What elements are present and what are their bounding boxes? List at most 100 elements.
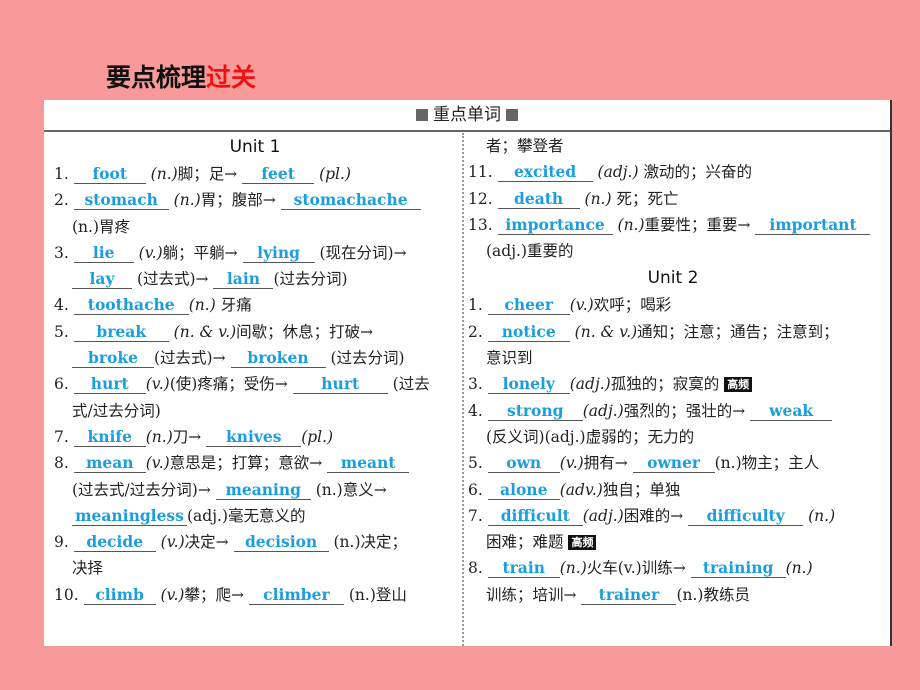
text-segment: (n. & v.) [173,322,237,341]
text-segment: 拥有→ [583,454,628,473]
answer-blank[interactable]: hurt [73,375,146,395]
text-segment: (使)疼痛；受伤→ [169,375,288,394]
answer-blank[interactable]: strong [487,401,583,421]
text-segment: (v.) [145,454,170,473]
list-item: 8. mean (v.)意思是；打算；意欲→ meant [54,450,456,476]
answer-blank[interactable]: cheer [487,296,570,316]
text-segment: (n.) [173,191,201,210]
answer-blank[interactable]: alone [487,480,560,500]
answer-blank[interactable]: climb [83,585,156,605]
text-segment: (v.) [138,243,163,262]
answer-blank[interactable]: break [73,322,169,342]
text-segment: (过去分词) [330,349,405,368]
text-segment: (pl.) [319,165,351,183]
page-heading: 要点梳理过关 [106,58,256,94]
list-item-cont: 训练；培训→ trainer (n.)教练员 [468,582,878,608]
answer-blank[interactable]: meant [327,454,410,474]
text-segment: 死；死亡 [616,189,679,208]
answer-blank[interactable]: train [487,559,560,579]
text-segment: 7. [54,427,69,446]
answer-blank[interactable]: lay [72,270,132,290]
answer-blank[interactable]: difficulty [688,506,804,526]
list-item: 9. decide (v.)决定→ decision (n.)决定； [54,529,456,555]
answer-blank[interactable]: stomachache [280,191,421,211]
answer-blank[interactable]: lain [213,270,274,290]
answer-blank[interactable]: important [755,215,871,235]
answer-blank[interactable]: knife [73,427,146,447]
list-item-cont: 决择 [72,559,104,578]
text-segment: 3. [468,375,483,394]
text-segment: (v.) [569,296,594,315]
text-segment: (n.) [145,427,173,446]
heading-red: 过关 [206,63,257,92]
text-segment: 困难的→ [623,506,684,525]
square-icon [416,109,428,121]
list-item: 13. importance (n.)重要性；重要→ important [468,212,878,238]
list-item-cont: (adj.)重要的 [486,242,574,261]
text-segment: (adj.) [597,163,639,182]
vocab-panel: 重点单词 Unit 1 1. foot (n.)脚；足→ feet (pl.) … [44,100,892,646]
list-item-cont: 式/过去分词) [72,401,161,420]
text-segment: 激动的；兴奋的 [643,163,752,182]
list-item-cont: (n.)胃疼 [72,217,131,236]
list-item: 5. own (v.)拥有→ owner (n.)物主；主人 [468,450,878,476]
text-segment: 欢呼；喝彩 [593,296,672,315]
text-segment: 13. [468,215,493,234]
answer-blank[interactable]: lie [73,243,134,263]
answer-blank[interactable]: feet [242,165,315,184]
text-segment: (过去 [392,375,430,394]
text-segment: 攀；爬→ [184,585,244,604]
answer-blank[interactable]: trainer [581,585,677,605]
answer-blank[interactable]: decide [73,533,156,553]
answer-blank[interactable]: lying [242,243,315,263]
text-segment: (adj.) [582,506,624,525]
list-item: 5. break (n. & v.)间歇；休息；打破→ [54,319,456,345]
answer-blank[interactable]: broken [230,349,326,369]
answer-blank[interactable]: training [690,559,786,579]
answer-blank[interactable]: lonely [487,375,570,395]
text-segment: 2. [54,191,69,210]
answer-blank[interactable]: stomach [73,191,169,211]
text-segment: (n.) [808,506,836,525]
list-item: 8. train (n.)火车(v.)训练→ training (n.) [468,555,878,581]
answer-blank[interactable]: climber [248,585,344,605]
text-segment: (n.)登山 [348,585,407,604]
text-segment: 决定→ [184,533,229,552]
answer-blank[interactable]: own [487,454,560,474]
answer-blank[interactable]: meaning [215,480,311,500]
text-segment: (过去式)→ [136,270,209,289]
answer-blank[interactable]: toothache [73,296,189,316]
text-segment: (n.)意义→ [315,480,387,499]
text-segment: (n.)决定； [333,533,408,552]
answer-blank[interactable]: death [497,189,580,209]
list-item: 1. cheer (v.)欢呼；喝彩 [468,292,878,318]
answer-blank[interactable]: broke [72,349,154,369]
answer-blank[interactable]: meaningless [72,506,187,526]
text-segment: (过去式/过去分词)→ [72,480,211,499]
unit1-title: Unit 1 [229,137,281,157]
answer-blank[interactable]: excited [497,163,593,183]
text-segment: 胃；腹部→ [200,191,276,210]
answer-blank[interactable]: owner [632,454,715,474]
list-item-cont: broke (过去式)→ broken (过去分词) [54,345,456,371]
list-item: 3. lonely (adj.)孤独的；寂寞的 高频 [468,371,878,397]
answer-blank[interactable]: hurt [292,375,388,395]
answer-blank[interactable]: difficult [487,506,583,526]
list-item: 7. difficult (adj.)困难的→ difficulty (n.) [468,503,878,529]
answer-blank[interactable]: knives [206,427,302,447]
answer-blank[interactable]: foot [73,165,146,184]
text-segment: 5. [468,454,483,473]
column-divider [462,133,464,646]
answer-blank[interactable]: weak [750,401,833,421]
text-segment: 4. [468,401,483,420]
list-item-cont: lay (过去式)→ lain (过去分词) [54,266,456,292]
text-segment: (adj.) [582,401,624,420]
text-segment: 6. [468,480,483,499]
answer-blank[interactable]: notice [487,322,570,342]
answer-blank[interactable]: mean [73,454,146,474]
text-segment: 通知；注意；通告；注意到； [637,322,839,341]
text-segment: (n.)教练员 [676,585,750,604]
answer-blank[interactable]: importance [497,215,613,235]
section-title: 重点单词 [433,105,501,125]
answer-blank[interactable]: decision [233,533,329,553]
